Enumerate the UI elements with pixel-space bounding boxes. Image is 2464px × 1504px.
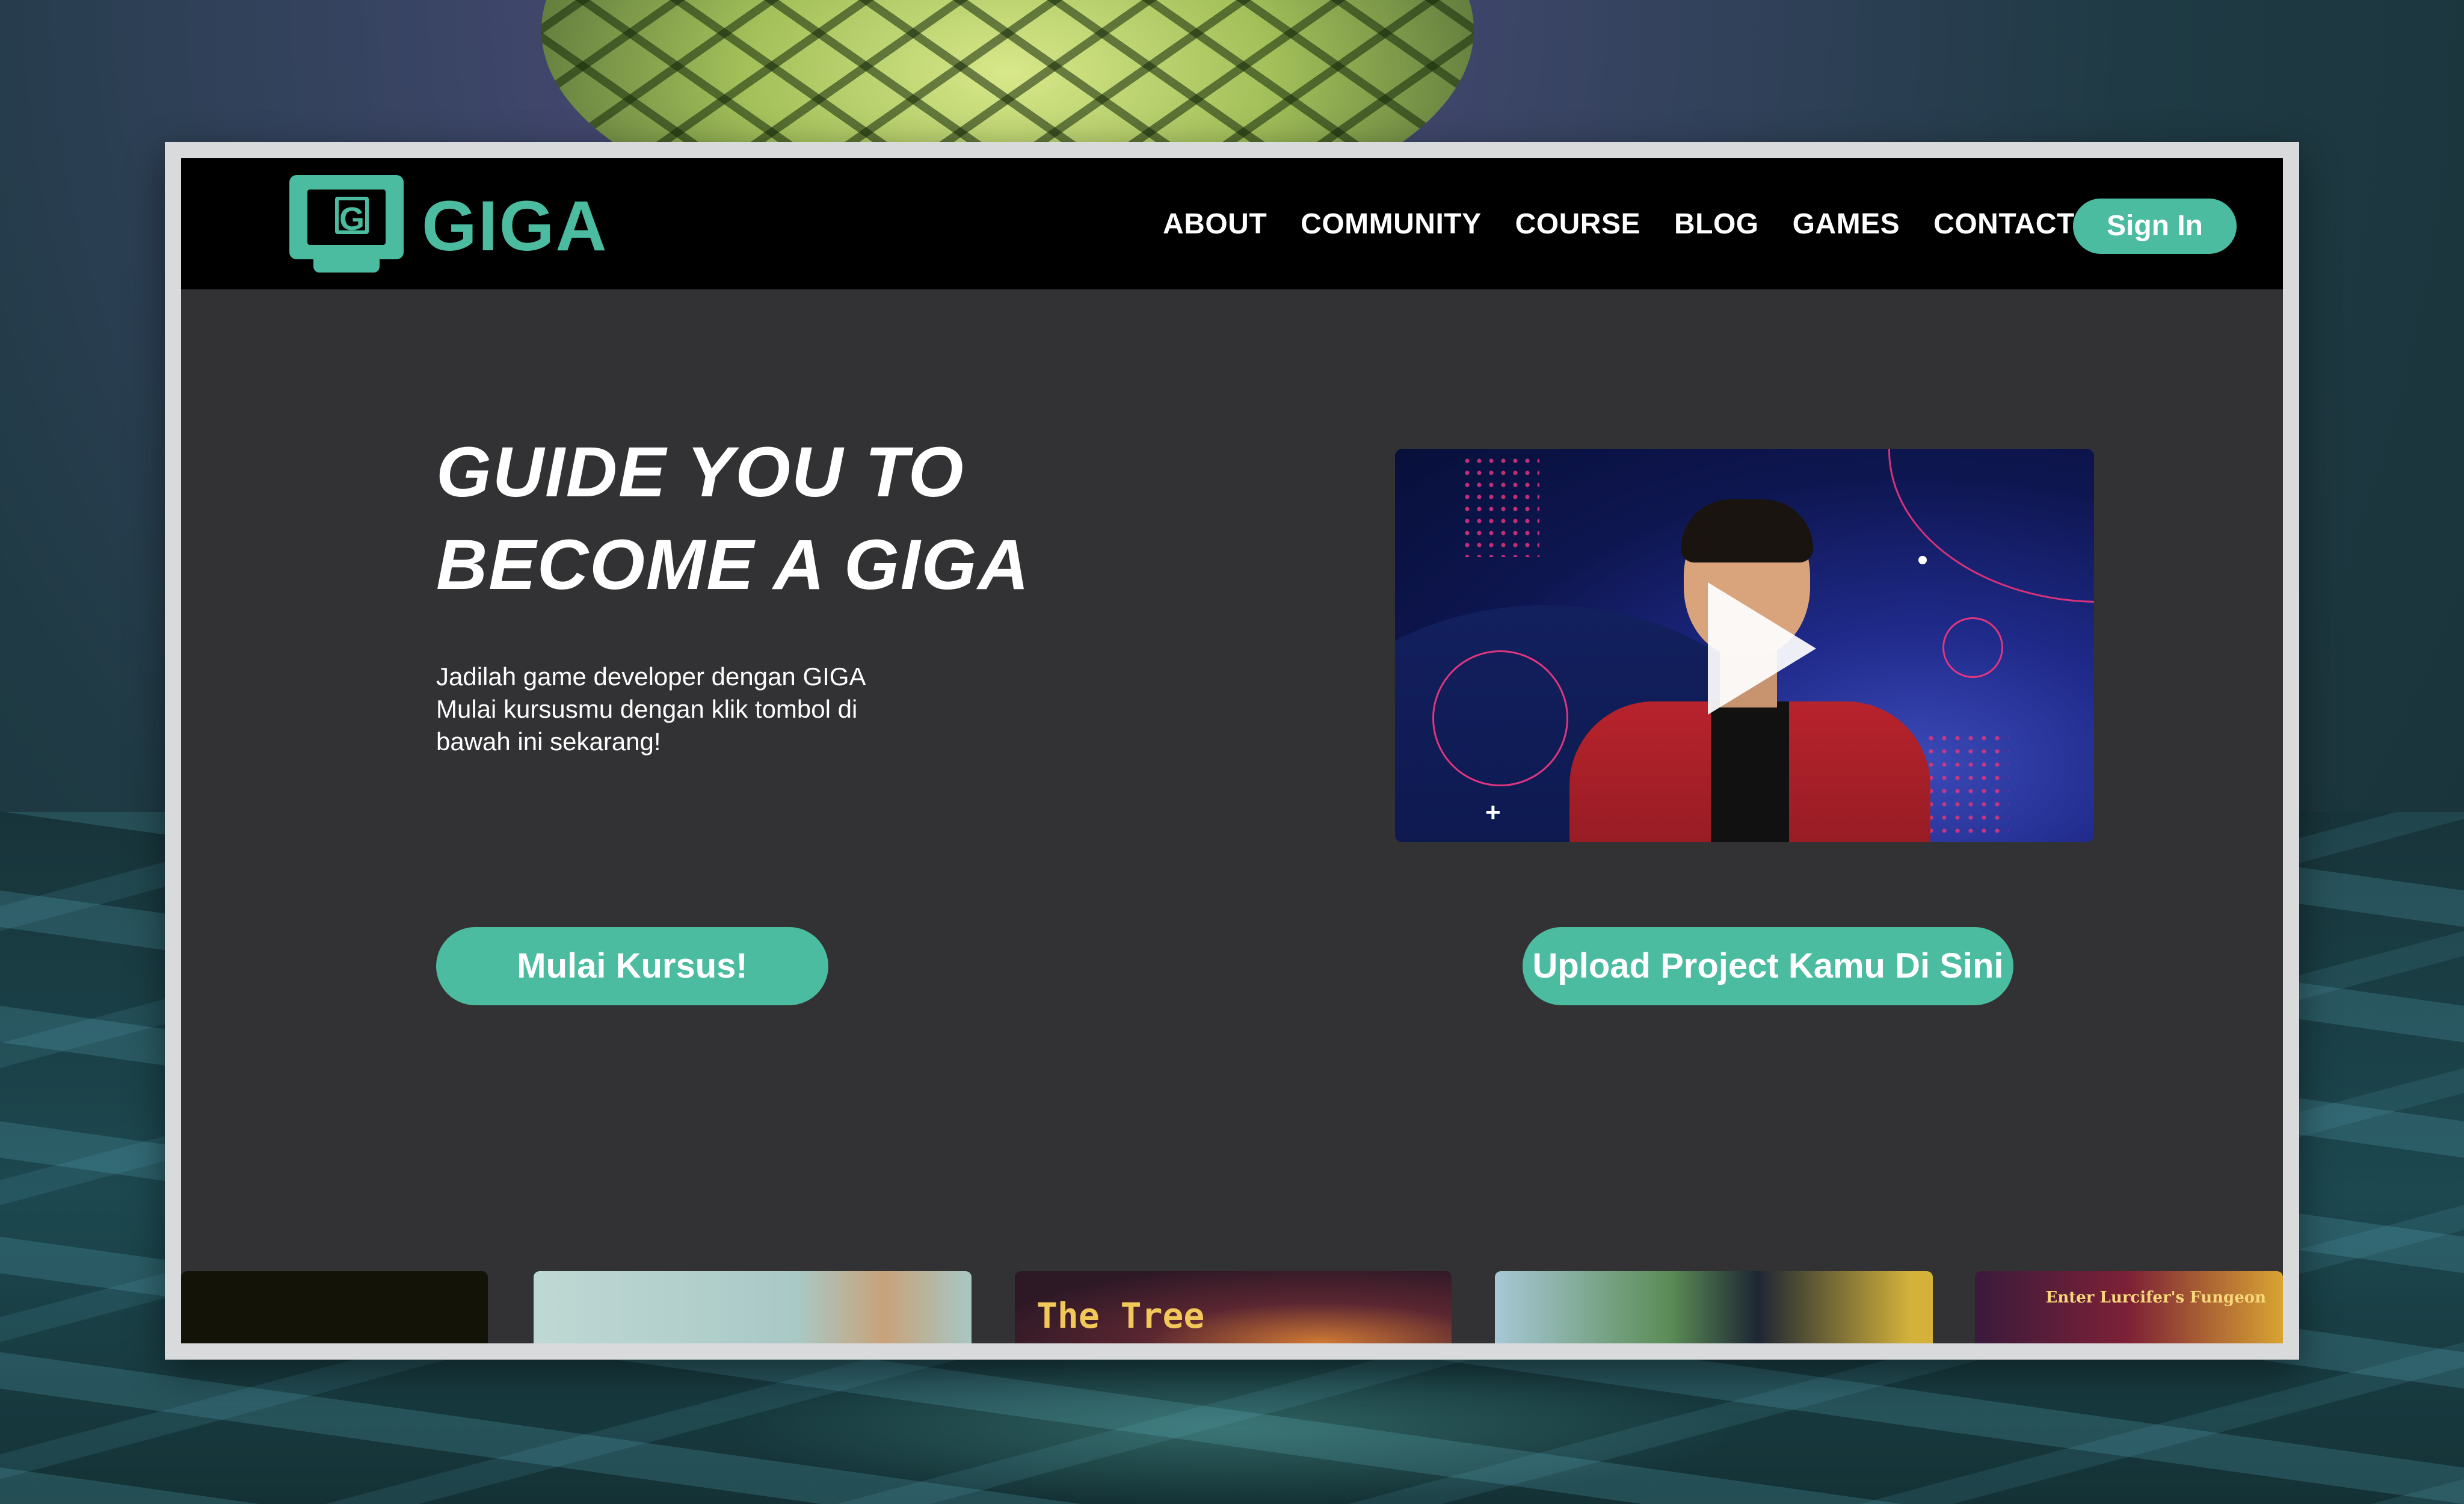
sign-in-button[interactable]: Sign In bbox=[2073, 199, 2237, 254]
brand-name: GIGA bbox=[422, 186, 608, 266]
game-title: Enter Lurcifer's Fungeon bbox=[2045, 1289, 2266, 1307]
intro-video[interactable]: + bbox=[1395, 449, 2094, 842]
game-thumbnail[interactable]: The Tree bbox=[1015, 1271, 1452, 1343]
game-thumbnail[interactable]: Enter Lurcifer's Fungeon bbox=[1975, 1271, 2283, 1343]
nav-games[interactable]: GAMES bbox=[1793, 208, 1900, 241]
start-course-button[interactable]: Mulai Kursus! bbox=[436, 927, 828, 1005]
nav-blog[interactable]: BLOG bbox=[1674, 208, 1759, 241]
monitor-logo-icon: G bbox=[289, 175, 404, 277]
browser-frame: G GIGA ABOUT COMMUNITY COURSE BLOG GAMES… bbox=[165, 142, 2299, 1360]
game-title: The Tree bbox=[1036, 1295, 1205, 1336]
game-thumbnail[interactable] bbox=[534, 1271, 972, 1343]
navbar: G GIGA ABOUT COMMUNITY COURSE BLOG GAMES… bbox=[181, 158, 2283, 289]
hero-description-line: Jadilah game developer dengan GIGA bbox=[436, 662, 866, 691]
nav-contact[interactable]: CONTACT bbox=[1933, 208, 2075, 241]
nav-about[interactable]: ABOUT bbox=[1163, 208, 1267, 241]
hero-title-line: BECOME A GIGA bbox=[436, 525, 1030, 605]
play-icon[interactable] bbox=[1708, 582, 1816, 715]
hero-description-line: Mulai kursusmu dengan klik tombol di bbox=[436, 695, 858, 723]
hero-description: Jadilah game developer dengan GIGA Mulai… bbox=[436, 661, 978, 758]
giga-logo[interactable]: G GIGA bbox=[289, 175, 608, 277]
game-thumbnail[interactable] bbox=[181, 1271, 488, 1343]
hero-title: GUIDE YOU TO BECOME A GIGA bbox=[436, 426, 1030, 611]
hero-description-line: bawah ini sekarang! bbox=[436, 727, 661, 756]
website-screen: G GIGA ABOUT COMMUNITY COURSE BLOG GAMES… bbox=[181, 158, 2283, 1343]
upload-project-button[interactable]: Upload Project Kamu Di Sini bbox=[1523, 927, 2013, 1005]
game-thumbnail[interactable] bbox=[1495, 1271, 1933, 1343]
background-glow bbox=[722, 1354, 1745, 1504]
nav-course[interactable]: COURSE bbox=[1515, 208, 1640, 241]
hero-title-line: GUIDE YOU TO bbox=[436, 433, 965, 512]
nav-community[interactable]: COMMUNITY bbox=[1301, 208, 1481, 241]
logo-letter: G bbox=[335, 197, 369, 237]
game-thumbnails: The Tree Enter Lurcifer's Fungeon bbox=[181, 1271, 2283, 1343]
main-nav: ABOUT COMMUNITY COURSE BLOG GAMES CONTAC… bbox=[1163, 158, 2108, 289]
plus-icon: + bbox=[1485, 798, 1501, 827]
